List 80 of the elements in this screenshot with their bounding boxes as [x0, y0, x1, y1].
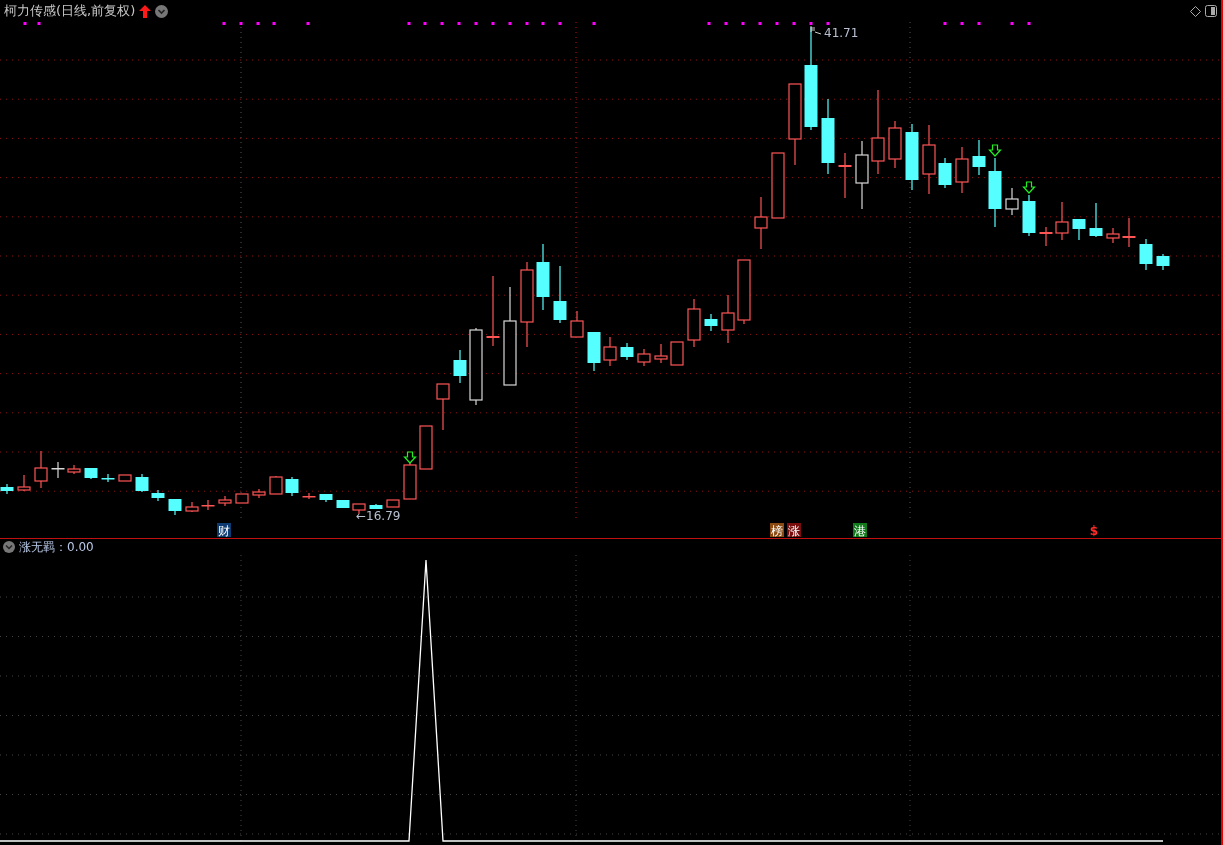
candlestick — [737, 259, 751, 325]
candlestick — [687, 298, 701, 348]
candlestick — [34, 450, 48, 489]
candlestick — [553, 265, 567, 324]
candlestick — [252, 488, 266, 499]
candlestick — [403, 461, 417, 500]
candlestick — [101, 473, 115, 483]
dropdown-icon[interactable] — [155, 4, 169, 18]
candlestick — [269, 475, 283, 495]
event-tag[interactable]: 涨 — [787, 523, 801, 538]
candlestick — [1122, 217, 1136, 248]
down-arrow-icon — [988, 144, 1002, 157]
candlestick — [771, 152, 785, 219]
candlestick — [654, 343, 668, 364]
up-arrow-icon — [139, 4, 152, 18]
candlestick — [0, 483, 14, 495]
candlestick — [235, 493, 249, 504]
event-tag[interactable]: 榜 — [770, 523, 784, 538]
candlestick — [670, 341, 684, 366]
candlestick — [17, 474, 31, 492]
leader-line — [810, 25, 822, 35]
candlestick — [754, 196, 768, 250]
candlestick — [336, 499, 350, 509]
candlestick — [1139, 238, 1153, 271]
candlestick — [570, 310, 584, 338]
candlestick — [1022, 194, 1036, 237]
candlestick — [285, 476, 299, 497]
candlestick — [486, 275, 500, 347]
candlestick — [1039, 226, 1053, 247]
candlestick — [84, 467, 98, 480]
candlestick — [620, 342, 634, 361]
stock-title: 柯力传感(日线,前复权) — [4, 2, 136, 20]
candlestick — [637, 348, 651, 367]
event-tag[interactable]: $ — [1089, 524, 1099, 538]
candlestick — [587, 331, 601, 372]
down-arrow-icon — [1022, 181, 1036, 194]
candlestick — [319, 493, 333, 503]
event-tag[interactable]: 港 — [853, 523, 867, 538]
candlestick — [855, 140, 869, 210]
candlestick — [453, 349, 467, 384]
candlestick — [922, 124, 936, 195]
candlestick — [603, 336, 617, 367]
candlestick — [721, 294, 735, 344]
event-tag[interactable]: 财 — [217, 523, 231, 538]
candlestick — [51, 461, 65, 479]
candlestick — [838, 152, 852, 199]
candlestick — [185, 501, 199, 513]
candlestick — [118, 474, 132, 482]
candlestick — [1072, 218, 1086, 241]
candlestick — [419, 425, 433, 470]
panel-toggle-icon[interactable] — [1205, 5, 1217, 17]
candlestick — [1055, 201, 1069, 241]
candlestick — [888, 120, 902, 169]
candlestick — [218, 495, 232, 507]
candlestick — [369, 503, 383, 510]
candlestick — [201, 499, 215, 511]
candlestick — [1005, 187, 1019, 216]
diamond-icon[interactable] — [1190, 5, 1201, 17]
candlestick — [938, 157, 952, 189]
candlestick — [386, 499, 400, 508]
candlestick — [151, 489, 165, 502]
candlestick — [536, 243, 550, 311]
candlestick — [1089, 202, 1103, 238]
low-price-label: ←16.79 — [356, 509, 401, 523]
down-arrow-icon — [403, 451, 417, 464]
indicator-label: 涨无羁：0.00 — [19, 538, 94, 556]
candlestick — [168, 498, 182, 516]
candlestick — [436, 383, 450, 431]
high-price-label: 41.71 — [824, 26, 859, 40]
candlestick — [67, 464, 81, 475]
candlestick — [1156, 253, 1170, 271]
dropdown-icon[interactable] — [3, 541, 15, 553]
candlestick — [972, 139, 986, 176]
candlestick — [905, 123, 919, 191]
candlestick — [135, 473, 149, 493]
candlestick — [1106, 227, 1120, 244]
candlestick — [302, 492, 316, 500]
candlestick — [988, 157, 1002, 228]
candlestick — [704, 313, 718, 332]
candlestick — [955, 146, 969, 194]
